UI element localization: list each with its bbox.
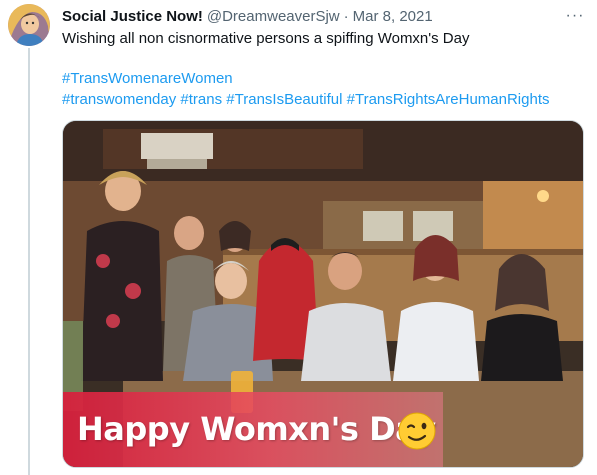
hashtag-link[interactable]: #trans [180,91,222,108]
profile-avatar-icon [8,4,50,46]
hashtag-line-2: #transwomenday #trans #TransIsBeautiful … [62,89,549,110]
author-display-name[interactable]: Social Justice Now! [62,8,203,25]
header-separator: · [343,7,349,25]
greeting-banner-text: Happy Womxn's Day [77,410,436,448]
author-handle[interactable]: @DreamweaverSjw [207,8,340,25]
thread-line [28,48,30,475]
hashtag-link[interactable]: #transwomenday [62,91,176,108]
more-options-button[interactable]: ··· [563,6,587,26]
hashtag-link[interactable]: #TransWomenareWomen [62,70,233,87]
hashtag-line-1: #TransWomenareWomen [62,68,549,89]
more-options-icon: ··· [565,7,585,24]
hashtag-link[interactable]: #TransIsBeautiful [226,91,342,108]
tweet-date[interactable]: Mar 8, 2021 [353,8,433,25]
tweet-header: Social Justice Now! @DreamweaverSjw · Ma… [62,6,563,26]
tweet-text: Wishing all non cisnormative persons a s… [62,30,470,47]
hashtag-link[interactable]: #TransRightsAreHumanRights [347,91,550,108]
winking-face-icon [398,412,436,450]
avatar[interactable] [8,4,50,46]
tweet-photo[interactable]: Happy Womxn's Day [62,120,584,468]
hashtags: #TransWomenareWomen #transwomenday #tran… [62,68,549,110]
